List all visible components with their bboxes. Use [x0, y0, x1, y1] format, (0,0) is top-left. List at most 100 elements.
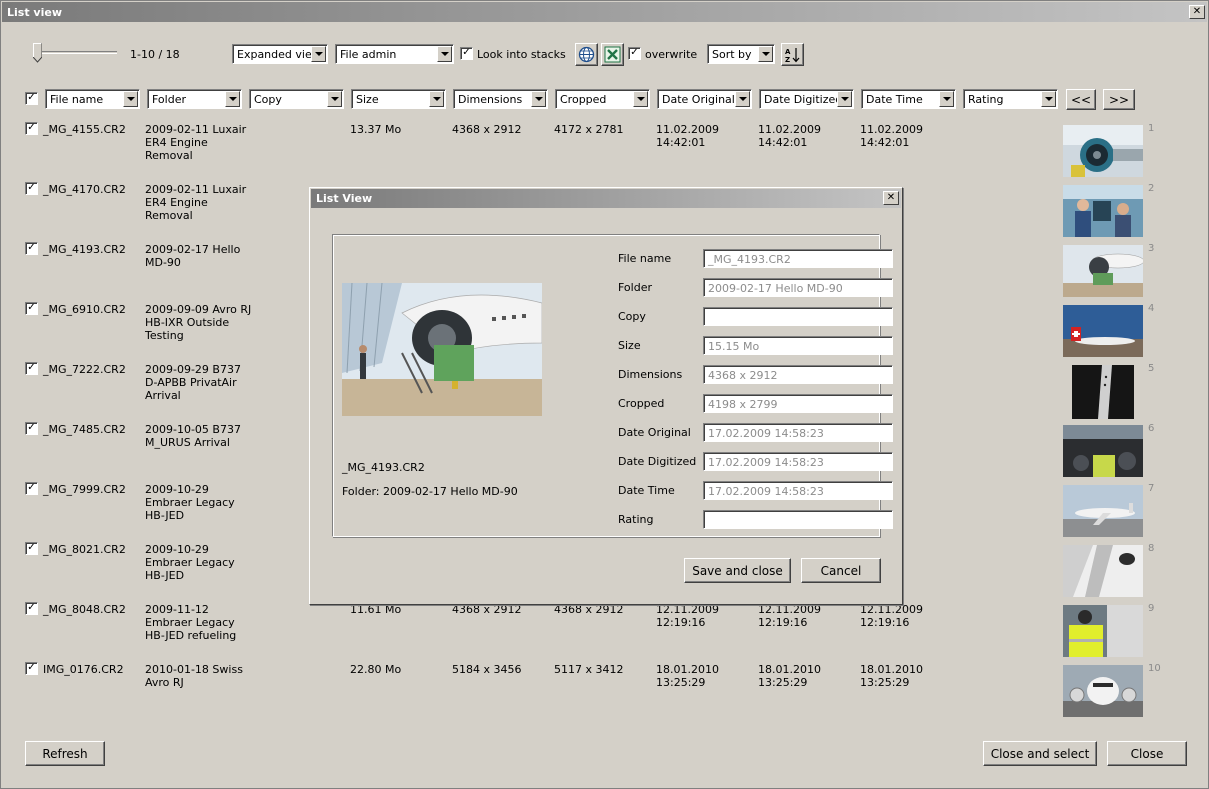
excel-export-button[interactable]	[601, 43, 624, 66]
column-select-date-original[interactable]: Date Original	[657, 89, 752, 109]
field-value: 17.02.2009 14:58:23	[708, 427, 824, 440]
check-icon: ✓	[27, 302, 36, 313]
close-and-select-button[interactable]: Close and select	[983, 741, 1097, 766]
row-folder: 2009-02-11 Luxair ER4 Engine Removal	[145, 183, 247, 222]
sort-direction-button[interactable]: A Z	[781, 43, 804, 66]
preview-image	[342, 283, 542, 416]
view-source-select[interactable]: File admin	[335, 44, 454, 64]
field-input-date-digitized[interactable]: 17.02.2009 14:58:23	[703, 452, 893, 471]
thumbnail-3[interactable]	[1063, 245, 1143, 297]
field-input-file-name[interactable]: _MG_4193.CR2	[703, 249, 893, 268]
thumbnail-index: 7	[1148, 483, 1155, 494]
preview-folder: Folder: 2009-02-17 Hello MD-90	[342, 485, 518, 498]
thumbnail-5[interactable]	[1072, 365, 1134, 419]
column-select-cropped[interactable]: Cropped	[555, 89, 650, 109]
field-input-rating[interactable]	[703, 510, 893, 529]
field-value: 4198 x 2799	[708, 398, 778, 411]
dialog-title: List View	[316, 192, 373, 205]
thumbnail-9[interactable]	[1063, 605, 1143, 657]
row-file-name: _MG_6910.CR2	[43, 303, 126, 316]
select-all-checkbox[interactable]: ✓	[25, 92, 38, 105]
thumbnail-index: 9	[1148, 603, 1155, 614]
row-checkbox[interactable]: ✓	[25, 242, 38, 255]
column-select-value: Size	[356, 93, 379, 106]
row-file-name: _MG_7485.CR2	[43, 423, 126, 436]
field-input-cropped[interactable]: 4198 x 2799	[703, 394, 893, 413]
check-icon: ✓	[27, 182, 36, 193]
refresh-label: Refresh	[42, 747, 88, 761]
thumbnail-1[interactable]	[1063, 125, 1143, 177]
thumbnail-6[interactable]	[1063, 425, 1143, 477]
row-date-time: 12.11.2009 12:19:16	[860, 603, 923, 629]
previous-page-button[interactable]: <<	[1066, 89, 1096, 110]
column-select-dimensions[interactable]: Dimensions	[453, 89, 548, 109]
column-select-value: Folder	[152, 93, 186, 106]
row-size: 13.37 Mo	[350, 123, 402, 136]
column-select-value: Date Time	[866, 93, 923, 106]
row-checkbox[interactable]: ✓	[25, 182, 38, 195]
chevron-down-icon	[311, 46, 326, 62]
column-select-folder[interactable]: Folder	[147, 89, 242, 109]
column-select-date-digitized[interactable]: Date Digitized	[759, 89, 854, 109]
row-cropped: 5117 x 3412	[554, 663, 624, 676]
chevron-down-icon	[633, 91, 648, 107]
thumbnail-2[interactable]	[1063, 185, 1143, 237]
next-page-label: >>	[1108, 93, 1130, 107]
thumbnail-7[interactable]	[1063, 485, 1143, 537]
row-checkbox[interactable]: ✓	[25, 662, 38, 675]
next-page-button[interactable]: >>	[1103, 89, 1135, 110]
row-folder: 2009-10-05 B737 M_URUS Arrival	[145, 423, 241, 449]
row-folder: 2009-09-29 B737 D-APBB PrivatAir Arrival	[145, 363, 241, 402]
look-into-stacks-label: Look into stacks	[477, 48, 566, 61]
row-size: 22.80 Mo	[350, 663, 402, 676]
thumbnail-10[interactable]	[1063, 665, 1143, 717]
row-checkbox[interactable]: ✓	[25, 422, 38, 435]
column-select-rating[interactable]: Rating	[963, 89, 1058, 109]
row-checkbox[interactable]: ✓	[25, 362, 38, 375]
refresh-button[interactable]: Refresh	[25, 741, 105, 766]
list-view-dialog: List View ✕ _MG_4193.CR2 Folder: 2009-02…	[309, 187, 903, 605]
zoom-slider-track[interactable]	[35, 51, 117, 54]
field-input-dimensions[interactable]: 4368 x 2912	[703, 365, 893, 384]
look-into-stacks-checkbox[interactable]: ✓	[460, 47, 473, 60]
field-value: 17.02.2009 14:58:23	[708, 485, 824, 498]
column-select-copy[interactable]: Copy	[249, 89, 344, 109]
field-input-copy[interactable]	[703, 307, 893, 326]
row-file-name: _MG_4193.CR2	[43, 243, 126, 256]
row-checkbox[interactable]: ✓	[25, 482, 38, 495]
field-input-size[interactable]: 15.15 Mo	[703, 336, 893, 355]
row-checkbox[interactable]: ✓	[25, 602, 38, 615]
dialog-details-group: _MG_4193.CR2 Folder: 2009-02-17 Hello MD…	[332, 234, 893, 537]
thumbnail-8[interactable]	[1063, 545, 1143, 597]
field-input-folder[interactable]: 2009-02-17 Hello MD-90	[703, 278, 893, 297]
field-input-date-original[interactable]: 17.02.2009 14:58:23	[703, 423, 893, 442]
cancel-button[interactable]: Cancel	[801, 558, 881, 583]
thumbnail-4[interactable]	[1063, 305, 1143, 357]
zoom-slider-handle[interactable]	[33, 43, 42, 63]
field-value: _MG_4193.CR2	[708, 253, 791, 266]
row-dimensions: 4368 x 2912	[452, 123, 522, 136]
field-label-cropped: Cropped	[618, 397, 665, 410]
thumbnail-index: 6	[1148, 423, 1155, 434]
row-checkbox[interactable]: ✓	[25, 542, 38, 555]
view-mode-select[interactable]: Expanded view	[232, 44, 328, 64]
thumbnail-index: 3	[1148, 243, 1155, 254]
chevron-down-icon	[429, 91, 444, 107]
thumbnail-index: 1	[1148, 123, 1155, 134]
row-checkbox[interactable]: ✓	[25, 302, 38, 315]
overwrite-checkbox[interactable]: ✓	[628, 47, 641, 60]
thumbnail-index: 4	[1148, 303, 1155, 314]
row-checkbox[interactable]: ✓	[25, 122, 38, 135]
column-select-date-time[interactable]: Date Time	[861, 89, 956, 109]
field-input-date-time[interactable]: 17.02.2009 14:58:23	[703, 481, 893, 500]
column-select-file-name[interactable]: File name	[45, 89, 140, 109]
row-date-time: 18.01.2010 13:25:29	[860, 663, 923, 689]
column-select-size[interactable]: Size	[351, 89, 446, 109]
dialog-close-button[interactable]: ✕	[883, 191, 899, 205]
globe-button[interactable]	[575, 43, 598, 66]
save-and-close-button[interactable]: Save and close	[684, 558, 791, 583]
close-button[interactable]: Close	[1107, 741, 1187, 766]
window-close-button[interactable]: ✕	[1189, 5, 1205, 19]
field-label-file-name: File name	[618, 252, 672, 265]
sort-by-select[interactable]: Sort by	[707, 44, 775, 64]
